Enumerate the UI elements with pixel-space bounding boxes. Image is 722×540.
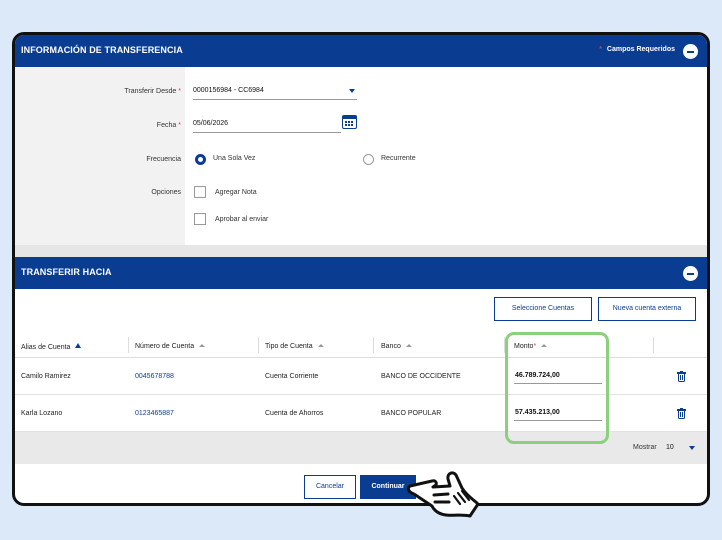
sort-arrow-icon bbox=[75, 343, 82, 348]
cancel-button[interactable]: Cancelar bbox=[304, 475, 356, 499]
row-bank: BANCO POPULAR bbox=[381, 410, 442, 417]
required-star: * bbox=[178, 122, 181, 129]
date-label-text: Fecha bbox=[156, 122, 177, 129]
column-header-bank[interactable]: Banco bbox=[381, 343, 412, 350]
add-note-label: Agregar Nota bbox=[215, 189, 257, 196]
sort-arrow-icon bbox=[317, 344, 324, 347]
date-value: 05/06/2026 bbox=[193, 120, 229, 127]
transfer-info-title: INFORMACIÓN DE TRANSFERENCIA bbox=[21, 45, 183, 55]
row-account-link[interactable]: 0045678788 bbox=[135, 373, 174, 380]
required-star: * bbox=[599, 46, 602, 53]
required-fields-note: * Campos Requeridos bbox=[599, 46, 675, 53]
transfer-info-form: Transferir Desde * 0000156984 - CC6984 Fe… bbox=[15, 67, 707, 245]
trash-icon[interactable] bbox=[677, 370, 686, 382]
page-size-select[interactable]: 10 bbox=[666, 444, 674, 451]
from-account-select[interactable]: 0000156984 - CC6984 bbox=[193, 84, 357, 100]
trash-icon[interactable] bbox=[677, 407, 686, 419]
radio-recurring-label: Recurrente bbox=[381, 155, 416, 162]
section-divider bbox=[15, 245, 707, 257]
column-header-account[interactable]: Número de Cuenta bbox=[135, 343, 206, 350]
approve-on-send-label: Aprobar al enviar bbox=[215, 216, 269, 223]
new-external-account-button[interactable]: Nueva cuenta externa bbox=[598, 297, 696, 321]
collapse-icon[interactable] bbox=[683, 266, 698, 281]
options-label: Opciones bbox=[151, 189, 181, 196]
column-header-type-text: Tipo de Cuenta bbox=[265, 343, 313, 350]
column-divider bbox=[258, 337, 259, 353]
dropdown-caret-icon[interactable] bbox=[689, 446, 695, 450]
column-header-bank-text: Banco bbox=[381, 343, 401, 350]
row-account-type: Cuenta de Ahorros bbox=[265, 410, 324, 417]
radio-once[interactable] bbox=[195, 154, 206, 165]
pointing-hand-cursor-icon bbox=[406, 471, 480, 518]
calendar-icon[interactable] bbox=[342, 115, 357, 129]
from-account-label-text: Transferir Desde bbox=[124, 88, 177, 95]
transfer-to-header[interactable]: TRANSFERIR HACIA bbox=[15, 257, 707, 289]
collapse-icon[interactable] bbox=[683, 44, 698, 59]
from-account-value: 0000156984 - CC6984 bbox=[193, 87, 264, 94]
row-alias: Karla Lozano bbox=[21, 410, 63, 417]
column-divider bbox=[653, 337, 654, 353]
transfer-to-title: TRANSFERIR HACIA bbox=[21, 267, 112, 277]
dropdown-caret-icon bbox=[349, 89, 355, 93]
sort-arrow-icon bbox=[199, 344, 206, 347]
column-divider bbox=[128, 337, 129, 353]
radio-recurring[interactable] bbox=[363, 154, 374, 165]
row-bank: BANCO DE OCCIDENTE bbox=[381, 373, 461, 380]
sort-arrow-icon bbox=[405, 344, 412, 347]
date-label: Fecha * bbox=[157, 122, 181, 129]
transfer-info-header[interactable]: INFORMACIÓN DE TRANSFERENCIA * Campos Req… bbox=[15, 35, 707, 67]
required-fields-label: Campos Requeridos bbox=[606, 46, 675, 53]
column-header-alias-text: Alias de Cuenta bbox=[21, 344, 71, 351]
date-input[interactable]: 05/06/2026 bbox=[193, 117, 341, 133]
add-note-checkbox[interactable] bbox=[194, 186, 206, 198]
radio-once-label: Una Sola Vez bbox=[213, 155, 256, 162]
column-header-type[interactable]: Tipo de Cuenta bbox=[265, 343, 324, 350]
page-size-label: Mostrar bbox=[633, 444, 657, 451]
from-account-label: Transferir Desde * bbox=[124, 88, 181, 95]
row-account-type: Cuenta Corriente bbox=[265, 373, 319, 380]
required-star: * bbox=[178, 88, 181, 95]
column-header-account-text: Número de Cuenta bbox=[135, 343, 195, 350]
row-account-link[interactable]: 0123465887 bbox=[135, 410, 174, 417]
amount-column-highlight bbox=[505, 332, 609, 444]
row-alias: Camilo Ramirez bbox=[21, 373, 71, 380]
select-accounts-button[interactable]: Seleccione Cuentas bbox=[494, 297, 592, 321]
column-divider bbox=[373, 337, 374, 353]
column-header-alias[interactable]: Alias de Cuenta bbox=[21, 343, 82, 351]
frequency-label: Frecuencia bbox=[146, 156, 181, 163]
approve-on-send-checkbox[interactable] bbox=[194, 213, 206, 225]
